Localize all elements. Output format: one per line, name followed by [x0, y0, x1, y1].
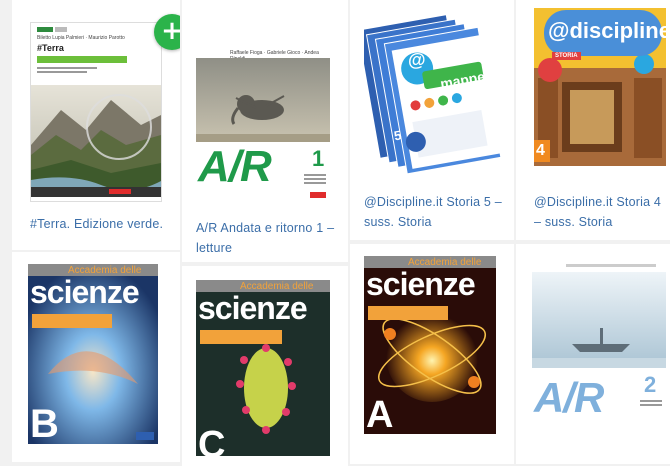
book-cover[interactable]: Biletto Lupia Palmieri · Maurizio Parott…	[30, 22, 162, 202]
book-cover[interactable]: Accademia delle scienze A	[364, 256, 496, 434]
book-card-scienze-c[interactable]: Accademia delle scienze C	[182, 266, 348, 466]
book-cover[interactable]: Raffaele Fioga · Gabriele Gioco · Andea …	[196, 50, 330, 200]
plus-icon: +	[161, 16, 180, 46]
cover-word: scienze	[366, 266, 476, 302]
cover-authors: Biletto Lupia Palmieri · Maurizio Parott…	[37, 35, 125, 41]
cover-word: scienze	[198, 290, 308, 326]
cover-volume: B	[30, 402, 59, 444]
book-cover[interactable]: @discipline STORIA 4	[534, 8, 666, 184]
stacked-covers-image	[364, 14, 502, 175]
book-card-discipline-4[interactable]: @discipline STORIA 4 @Discipline.it Stor…	[516, 0, 670, 240]
book-card-discipline-5[interactable]: @ mappe 5 @Discipline.it Storia 5 – suss…	[350, 0, 514, 240]
book-cover[interactable]: Accademia delle scienze C	[196, 280, 330, 456]
cover-logo: A/R	[534, 374, 604, 421]
book-cover[interactable]: Accademia delle scienze B	[28, 264, 158, 444]
cover-logo: A/R	[198, 142, 272, 191]
book-title-link[interactable]: A/R Andata e ritorno 1 – letture	[196, 218, 336, 258]
cover-authors	[566, 264, 656, 267]
cover-brand: @	[408, 50, 426, 70]
book-cover[interactable]: A/R 2	[532, 262, 666, 442]
cover-brand: @discipline	[548, 18, 666, 43]
cover-volume: A	[366, 394, 394, 434]
flying-elephant-image	[196, 58, 330, 142]
book-cover[interactable]: @ mappe 5	[364, 10, 504, 180]
mountain-landscape-image	[31, 85, 161, 197]
cover-series: #Terra	[37, 43, 64, 53]
book-title-link[interactable]: @Discipline.it Storia 4 – suss. Storia	[534, 192, 670, 232]
book-card-scienze-b[interactable]: Accademia delle scienze B	[12, 252, 180, 462]
boat-sea-image	[532, 272, 666, 368]
book-card-ar-1[interactable]: Raffaele Fioga · Gabriele Gioco · Andea …	[182, 0, 348, 262]
cover-volume: C	[198, 424, 226, 456]
book-title-link[interactable]: #Terra. Edizione verde.	[30, 214, 180, 234]
cover-subject: STORIA	[552, 52, 581, 60]
book-card-terra[interactable]: + Biletto Lupia Palmieri · Maurizio Paro…	[12, 0, 180, 250]
book-card-scienze-a[interactable]: Accademia delle scienze A	[350, 244, 514, 464]
book-title-link[interactable]: @Discipline.it Storia 5 – suss. Storia	[364, 192, 504, 232]
cover-volume: 2	[644, 372, 657, 397]
book-card-ar-2[interactable]: A/R 2	[516, 244, 670, 464]
cover-volume: 1	[312, 146, 325, 171]
cover-volume: 4	[536, 142, 545, 159]
cover-word: scienze	[30, 274, 140, 310]
